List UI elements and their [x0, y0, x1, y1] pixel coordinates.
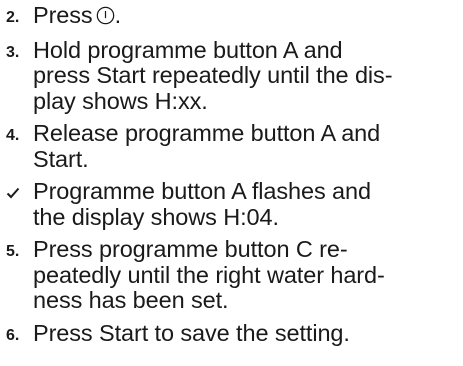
step-5: 5. Press programme button C re- peatedly… [6, 236, 463, 314]
step-6: 6. Press Start to save the setting. [6, 319, 463, 349]
step-3: 3. Hold programme button A and press Sta… [6, 36, 463, 115]
result-note: Programme button A flashes and the displ… [6, 178, 463, 230]
step-text: Hold programme button A and press Start … [33, 36, 463, 115]
checkmark-icon [6, 187, 20, 199]
step-line: Press programme button C re- [33, 236, 348, 262]
step-text: Press Start to save the setting. [33, 319, 463, 347]
step-line: the display shows H:04. [33, 203, 279, 230]
step-text: Release programme button A and Start. [33, 120, 463, 172]
result-marker [6, 179, 33, 199]
step-number: 6. [6, 326, 20, 344]
step-number: 4. [6, 127, 20, 144]
step-2: 2. Press . [6, 2, 463, 31]
step-text: Press programme button C re- peatedly un… [33, 236, 463, 314]
step-number: 3. [6, 43, 20, 61]
step-line: Hold programme button A and [33, 36, 343, 63]
step-trailing-period: . [114, 2, 122, 28]
step-text: Press . [33, 2, 463, 29]
step-number: 5. [6, 243, 20, 260]
step-line: press Start repeatedly until the dis- [33, 62, 393, 88]
step-number: 2. [6, 9, 20, 26]
step-4: 4. Release programme button A and Start. [6, 120, 463, 172]
power-icon [96, 6, 114, 25]
step-line: ness has been set. [33, 287, 229, 313]
step-line: Programme button A flashes and [33, 178, 371, 204]
instruction-page: 2. Press . 3. Hold programme button A an… [0, 0, 463, 366]
step-line: Press Start to save the setting. [33, 319, 350, 346]
step-line: Start. [33, 145, 89, 172]
step-line: Press [33, 2, 93, 28]
step-line: play shows H:xx. [33, 87, 208, 114]
step-line: Release programme button A and [33, 120, 381, 146]
step-line: peatedly until the right water hard- [33, 261, 385, 288]
step-text: Programme button A flashes and the displ… [33, 178, 463, 230]
